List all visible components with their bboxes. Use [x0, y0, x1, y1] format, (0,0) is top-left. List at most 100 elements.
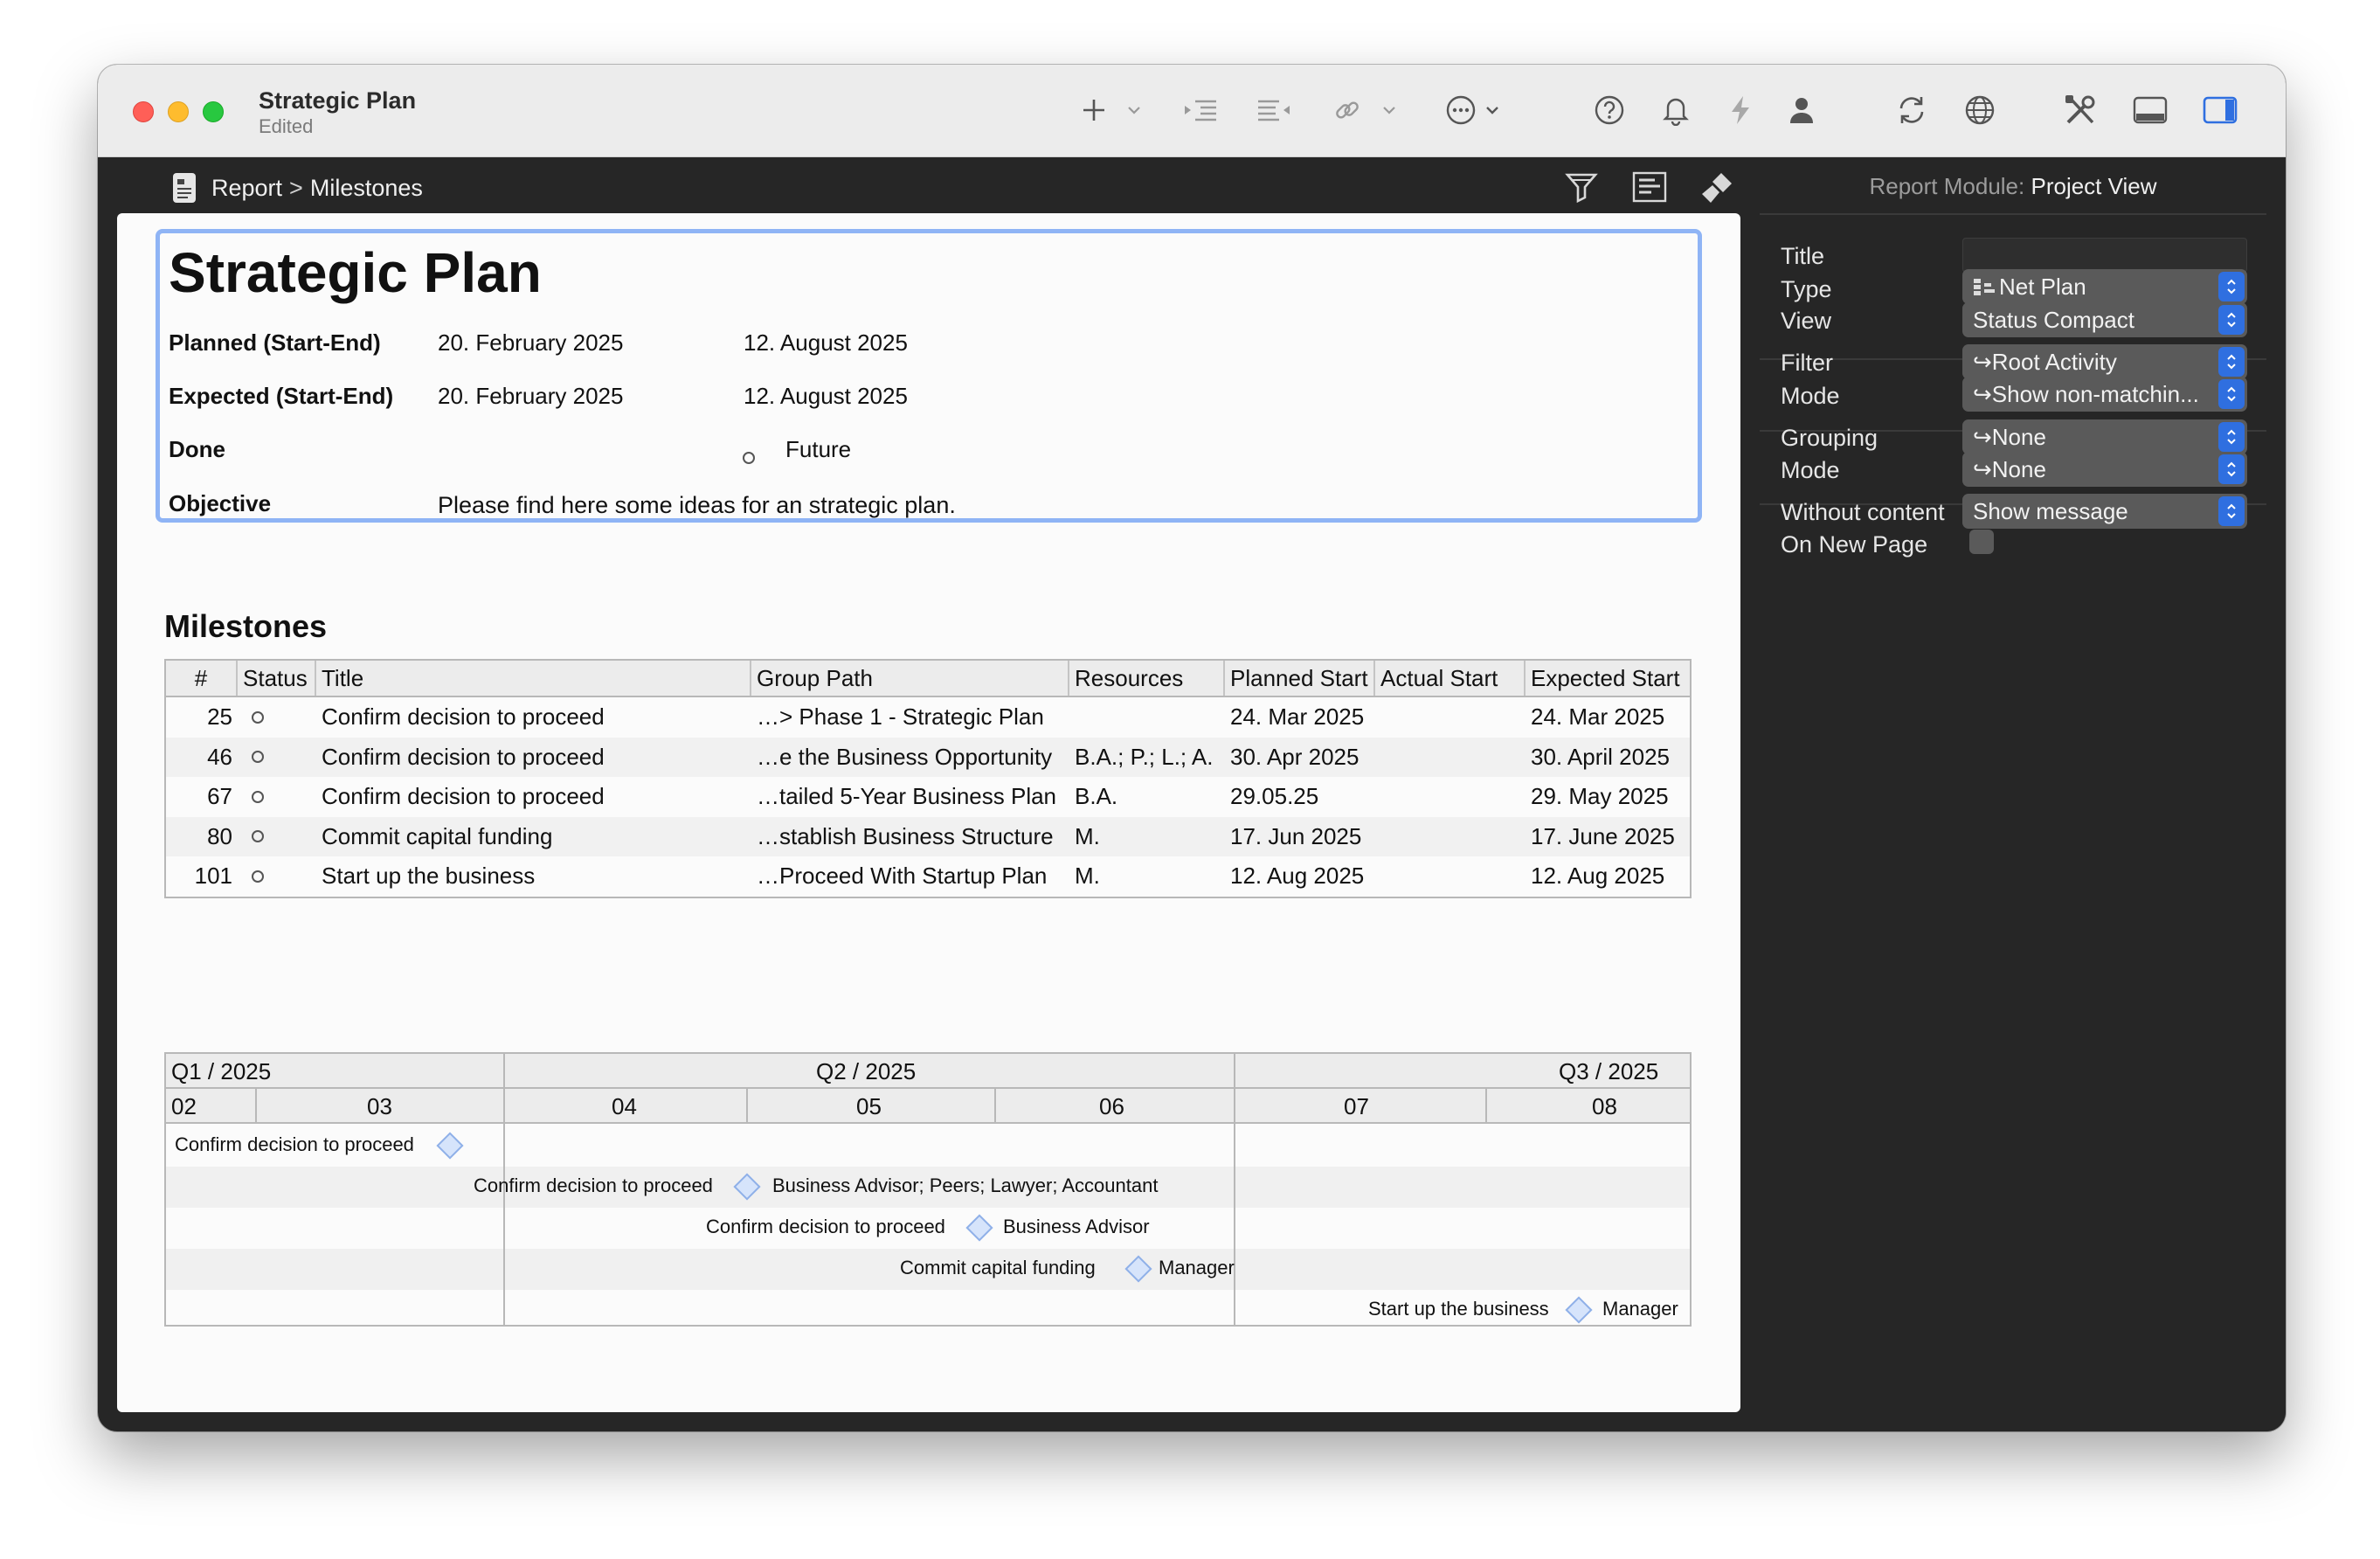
project-view-module[interactable]: Strategic Plan Planned (Start-End) 20. F… [156, 229, 1702, 523]
lightning-icon[interactable] [1723, 93, 1758, 128]
view-select-value: Status Compact [1973, 306, 2134, 333]
column-header[interactable]: Title [316, 661, 751, 696]
chevron-down-icon[interactable] [1125, 100, 1143, 121]
column-header[interactable]: # [166, 661, 238, 696]
close-window-button[interactable] [133, 101, 154, 122]
type-select[interactable]: Net Plan [1962, 269, 2247, 304]
indent-icon[interactable] [1180, 93, 1221, 128]
select-stepper-icon [2218, 305, 2245, 335]
breadcrumb: Report > Milestones [173, 173, 423, 203]
table-row[interactable]: 101 Start up the business …Proceed With … [166, 856, 1690, 897]
planned-start-cell: 30. Apr 2025 [1230, 743, 1360, 770]
list-outdent-icon[interactable] [1253, 93, 1295, 128]
row-number: 101 [194, 863, 232, 890]
column-header[interactable]: Expected Start [1526, 661, 1690, 696]
globe-icon[interactable] [1961, 93, 1999, 128]
column-header[interactable]: Group Path [751, 661, 1069, 696]
without-content-select[interactable]: Show message [1962, 494, 2247, 529]
column-header[interactable]: Planned Start [1225, 661, 1375, 696]
more-icon[interactable] [1443, 93, 1478, 128]
expected-start-cell: 30. April 2025 [1531, 743, 1671, 770]
actual-start-cell [1375, 697, 1526, 738]
zoom-window-button[interactable] [203, 101, 224, 122]
filter-funnel-icon[interactable] [1564, 170, 1599, 204]
filter-mode-select[interactable]: ↪Show non-matchin... [1962, 377, 2247, 412]
select-stepper-icon [2218, 496, 2245, 526]
month-divider [255, 1089, 257, 1124]
expected-end-value: 12. August 2025 [744, 383, 908, 409]
gantt-layout-icon[interactable] [1632, 170, 1667, 204]
minimize-window-button[interactable] [168, 101, 189, 122]
group-path-cell: …> Phase 1 - Strategic Plan [757, 703, 1044, 731]
person-icon[interactable] [1784, 93, 1819, 128]
table-row[interactable]: 67 Confirm decision to proceed …tailed 5… [166, 777, 1690, 817]
select-stepper-icon [2218, 272, 2245, 301]
milestone-resource: Business Advisor [1003, 1216, 1150, 1237]
plus-icon[interactable] [1076, 93, 1111, 128]
tools-icon[interactable] [2060, 93, 2100, 128]
paintbrush-icon[interactable] [1700, 170, 1735, 204]
type-label: Type [1781, 276, 1832, 302]
grouping-mode-select[interactable]: ↪None [1962, 452, 2247, 487]
row-number: 25 [207, 703, 232, 731]
status-cell [238, 738, 316, 778]
planned-start-cell: 29.05.25 [1230, 783, 1319, 810]
chevron-down-icon[interactable] [1484, 100, 1501, 121]
type-select-value: Net Plan [1999, 273, 2086, 300]
link-icon[interactable] [1330, 93, 1365, 128]
row-number: 80 [207, 822, 232, 849]
select-stepper-icon [2218, 422, 2245, 452]
gantt-quarter-header: Q1 / 2025 Q2 / 2025 Q3 / 2025 [166, 1054, 1690, 1089]
actual-start-cell [1375, 856, 1526, 897]
filter-select[interactable]: ↪Root Activity [1962, 344, 2247, 379]
resources-cell: M. [1075, 822, 1100, 849]
expected-start-cell: 29. May 2025 [1531, 783, 1669, 810]
grouping-select[interactable]: ↪None [1962, 419, 2247, 454]
milestone-resource: Manager [1602, 1298, 1678, 1320]
planned-start-value: 20. February 2025 [438, 329, 624, 356]
column-header[interactable]: Resources [1069, 661, 1225, 696]
table-row[interactable]: 25 Confirm decision to proceed …> Phase … [166, 697, 1690, 738]
status-circle-icon [252, 830, 264, 843]
view-label: View [1781, 308, 1832, 334]
table-row[interactable]: 80 Commit capital funding …stablish Busi… [166, 816, 1690, 856]
resources-cell [1069, 697, 1225, 738]
gantt-month-header: 02 03 04 05 06 07 08 [166, 1089, 1690, 1124]
expected-start-cell: 12. Aug 2025 [1531, 863, 1665, 890]
planned-label: Planned (Start-End) [169, 329, 381, 356]
breadcrumb-root[interactable]: Report [211, 175, 282, 202]
view-select[interactable]: Status Compact [1962, 302, 2247, 337]
planned-start-cell: 24. Mar 2025 [1230, 703, 1365, 731]
title-input[interactable] [1962, 238, 2247, 273]
planned-end-value: 12. August 2025 [744, 329, 908, 356]
group-path-cell: …Proceed With Startup Plan [757, 863, 1048, 890]
month-label: 02 [171, 1093, 197, 1119]
milestone-gantt-chart: Q1 / 2025 Q2 / 2025 Q3 / 2025 02 03 04 0… [164, 1052, 1692, 1327]
month-label: 05 [856, 1093, 882, 1119]
sync-icon[interactable] [1892, 93, 1931, 128]
report-document-icon [173, 173, 196, 203]
column-header[interactable]: Status [238, 661, 316, 696]
breadcrumb-current[interactable]: Milestones [310, 175, 423, 202]
month-divider [1485, 1089, 1487, 1124]
status-cell [238, 697, 316, 738]
on-new-page-checkbox[interactable] [1969, 530, 1994, 554]
quarter-divider [1234, 1054, 1235, 1327]
help-icon[interactable] [1592, 93, 1627, 128]
milestone-resource: Business Advisor; Peers; Lawyer; Account… [772, 1174, 1159, 1196]
sidebar-icon[interactable] [2200, 93, 2240, 128]
status-cell [238, 856, 316, 897]
title-cell: Start up the business [322, 863, 536, 890]
select-stepper-icon [2218, 454, 2245, 484]
title-cell: Confirm decision to proceed [322, 743, 605, 770]
month-label: 06 [1099, 1093, 1124, 1119]
bell-icon[interactable] [1658, 93, 1693, 128]
filter-mode-select-value: ↪Show non-matchin... [1973, 380, 2199, 407]
status-circle-icon [252, 710, 264, 724]
table-row[interactable]: 46 Confirm decision to proceed …e the Bu… [166, 737, 1690, 778]
bottom-panel-icon[interactable] [2130, 93, 2170, 128]
column-header[interactable]: Actual Start [1375, 661, 1526, 696]
month-label: 07 [1344, 1093, 1369, 1119]
chevron-down-icon[interactable] [1380, 100, 1398, 121]
quarter-label: Q1 / 2025 [171, 1058, 272, 1084]
